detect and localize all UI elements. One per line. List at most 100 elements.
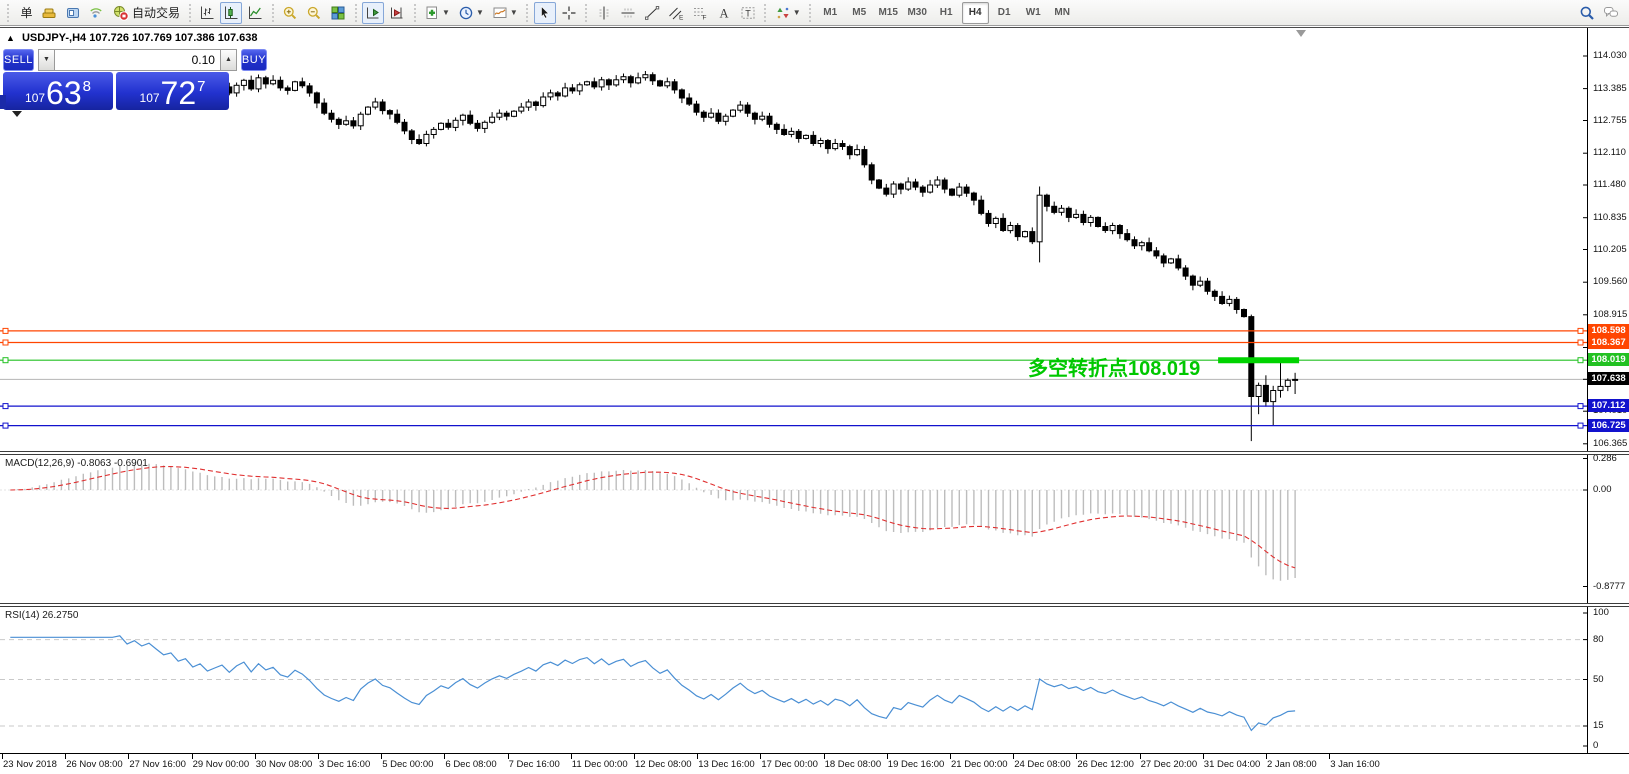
candle-body [270,79,277,85]
toolbar-grip [807,3,813,22]
candle-body [598,79,605,88]
textT-icon: T [741,6,755,19]
chat-button[interactable] [1600,2,1622,24]
signals-button[interactable] [86,2,108,24]
cursor-button[interactable] [533,1,556,24]
candle-body [978,199,985,214]
templates-button[interactable]: ▼ [489,2,521,24]
support-line-2-handle[interactable] [2,422,9,429]
resistance-line-1-handle[interactable] [2,327,9,334]
text-label-button[interactable]: T [737,2,759,24]
candle-body [788,130,795,135]
candle-body [445,122,452,128]
new-order-button[interactable]: 单 [14,2,36,24]
support-line-1-handle[interactable] [1577,403,1584,410]
vertical-line-button[interactable] [593,2,615,24]
resistance-line-2-price-label: 108.367 [1588,335,1629,349]
time-axis-label: 2 Jan 08:00 [1267,759,1317,770]
candle-body [985,212,992,224]
equidistant-channel-button[interactable]: E [665,2,687,24]
candle-body [474,122,481,129]
candle-body [876,179,882,189]
text-button[interactable]: A [713,2,735,24]
fibonacci-button[interactable]: F [689,2,711,24]
candlestick-chart-button[interactable] [220,1,243,24]
candle-body [766,115,773,125]
arrows-button[interactable]: ▼ [772,2,804,24]
crosshair-button[interactable] [558,2,580,24]
pane-splitter-rsi[interactable] [0,603,1629,607]
zoom-out-button[interactable] [303,2,325,24]
panel-side-tab[interactable] [0,95,6,109]
search-button[interactable] [1576,2,1598,24]
timeframe-m1-button[interactable]: M1 [817,2,844,24]
buy-button[interactable]: BUY [240,48,268,71]
pivot-line-handle[interactable] [1577,357,1584,364]
candle-body [1058,207,1065,213]
auto-scroll-button[interactable] [362,1,385,24]
sell-price[interactable]: 107 63 8 [3,72,113,110]
resistance-line-2-handle[interactable] [2,339,9,346]
price-axis[interactable]: 114.030 113.385 112.755 112.110 111.480 110.8… [1587,28,1629,753]
candle-body [1182,267,1189,277]
candle-body [467,114,474,124]
ohlc-values: 107.726 107.769 107.386 107.638 [89,32,258,44]
dropdown-caret-icon[interactable]: ▼ [476,8,484,17]
resistance-line-2-handle[interactable] [1577,339,1584,346]
indicators-button[interactable]: ▼ [421,2,453,24]
candle-body [350,120,357,127]
tile-windows-button[interactable] [327,2,349,24]
volume-input[interactable] [54,48,220,71]
candle-body [401,121,408,132]
panel-collapse-icon[interactable] [12,111,22,117]
periods-button[interactable]: ▼ [455,2,487,24]
buy-price[interactable]: 107 72 7 [116,72,229,110]
candle-body [708,112,715,118]
candle-body [956,186,963,196]
support-line-2-handle[interactable] [1577,422,1584,429]
candle-body [386,110,393,115]
candle-body [751,112,758,120]
candle-body [605,79,612,86]
candle-body [1138,242,1145,247]
dropdown-caret-icon[interactable]: ▼ [793,8,801,17]
timeframe-h1-button[interactable]: H1 [933,2,960,24]
volume-down-button[interactable]: ▼ [37,48,55,71]
sell-button[interactable]: SELL [3,48,34,71]
bar-chart-button[interactable] [196,2,218,24]
trendline-button[interactable] [641,2,663,24]
horizontal-line-button[interactable] [617,2,639,24]
pane-splitter-macd[interactable] [0,451,1629,455]
timeframe-m5-button[interactable]: M5 [846,2,873,24]
navigator-button[interactable] [62,2,84,24]
time-axis[interactable]: 23 Nov 2018 26 Nov 08:00 27 Nov 16:00 29 No… [0,753,1629,774]
chart-shift-button[interactable] [386,2,408,24]
chart-canvas[interactable] [0,28,1587,753]
zoom-in-button[interactable] [279,2,301,24]
auto-trading-button[interactable]: 自动交易 [110,2,183,24]
panel-toggle-icon[interactable]: ▲ [6,33,15,43]
resistance-line-1-handle[interactable] [1577,327,1584,334]
price-axis-tick: 110.205 [1593,243,1627,255]
dropdown-caret-icon[interactable]: ▼ [510,8,518,17]
support-line-1-handle[interactable] [2,403,9,410]
candle-body [890,183,897,195]
line-chart-button[interactable] [244,2,266,24]
candle-body [284,87,291,91]
candle-body [416,139,423,144]
clock-icon [459,6,473,19]
chart-window[interactable]: ▲ USDJPY-,H4 107.726 107.769 107.386 107… [0,27,1629,774]
timeframe-m15-button[interactable]: M15 [875,2,902,24]
market-watch-button[interactable] [38,2,60,24]
timeframe-d1-button[interactable]: D1 [991,2,1018,24]
candle-body [299,81,306,87]
pivot-line-handle[interactable] [2,357,9,364]
timeframe-m30-button[interactable]: M30 [904,2,931,24]
timeframe-mn-button[interactable]: MN [1049,2,1076,24]
timeframe-w1-button[interactable]: W1 [1020,2,1047,24]
timeframe-h4-button[interactable]: H4 [961,1,989,24]
volume-up-button[interactable]: ▲ [219,48,237,71]
chart-annotation-text[interactable]: 多空转折点108.019 [1028,352,1200,381]
dropdown-caret-icon[interactable]: ▼ [442,8,450,17]
candle-body [248,79,255,90]
